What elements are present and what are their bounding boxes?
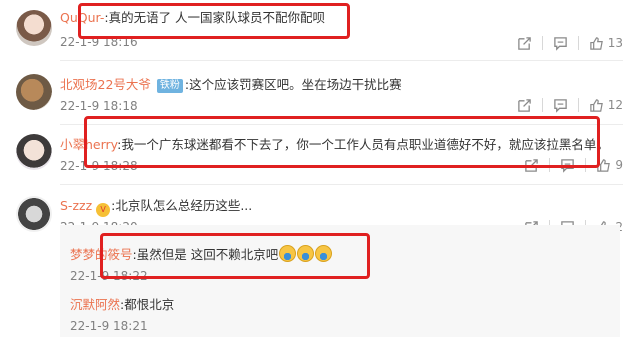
reply-username[interactable]: 沉默阿然 <box>70 297 120 312</box>
reply-timestamp: 22-1-9 18:21 <box>70 319 148 333</box>
avatar[interactable] <box>16 196 52 232</box>
avatar[interactable] <box>16 134 52 170</box>
comment-text: :这个应该罚赛区吧。坐在场边干扰比赛 <box>184 77 402 92</box>
like-count: 12 <box>607 98 623 112</box>
like-count: 9 <box>615 158 623 172</box>
highlight-box <box>78 3 350 39</box>
comment-username[interactable]: 北观场22号大爷 <box>60 77 151 92</box>
fan-badge: 铁粉 <box>156 79 183 93</box>
like-count: 13 <box>607 36 623 50</box>
reply-text: :都恨北京 <box>120 297 175 312</box>
comment-username[interactable]: S-zzz <box>60 198 92 213</box>
highlight-box <box>84 116 600 168</box>
like-button[interactable]: 9 <box>596 158 623 173</box>
highlight-box <box>100 233 370 279</box>
comment-actions: 13 <box>517 33 623 53</box>
reply-item: 沉默阿然:都恨北京 <box>70 296 174 314</box>
avatar[interactable] <box>16 74 52 110</box>
share-icon[interactable] <box>517 98 532 113</box>
divider <box>60 184 623 185</box>
like-button[interactable]: 12 <box>589 98 623 113</box>
comment-actions: 12 <box>517 95 623 115</box>
comment-timestamp: 22-1-9 18:18 <box>60 99 138 113</box>
divider <box>60 60 623 61</box>
comment-icon[interactable] <box>553 98 568 113</box>
comment-icon[interactable] <box>553 36 568 51</box>
like-button[interactable]: 13 <box>589 36 623 51</box>
thumbs-up-icon <box>589 98 603 112</box>
thumbs-up-icon <box>589 36 603 50</box>
share-icon[interactable] <box>517 36 532 51</box>
comment-text: :北京队怎么总经历这些... <box>111 198 253 213</box>
vip-emoji-icon: V <box>96 203 111 217</box>
avatar[interactable] <box>16 10 52 46</box>
